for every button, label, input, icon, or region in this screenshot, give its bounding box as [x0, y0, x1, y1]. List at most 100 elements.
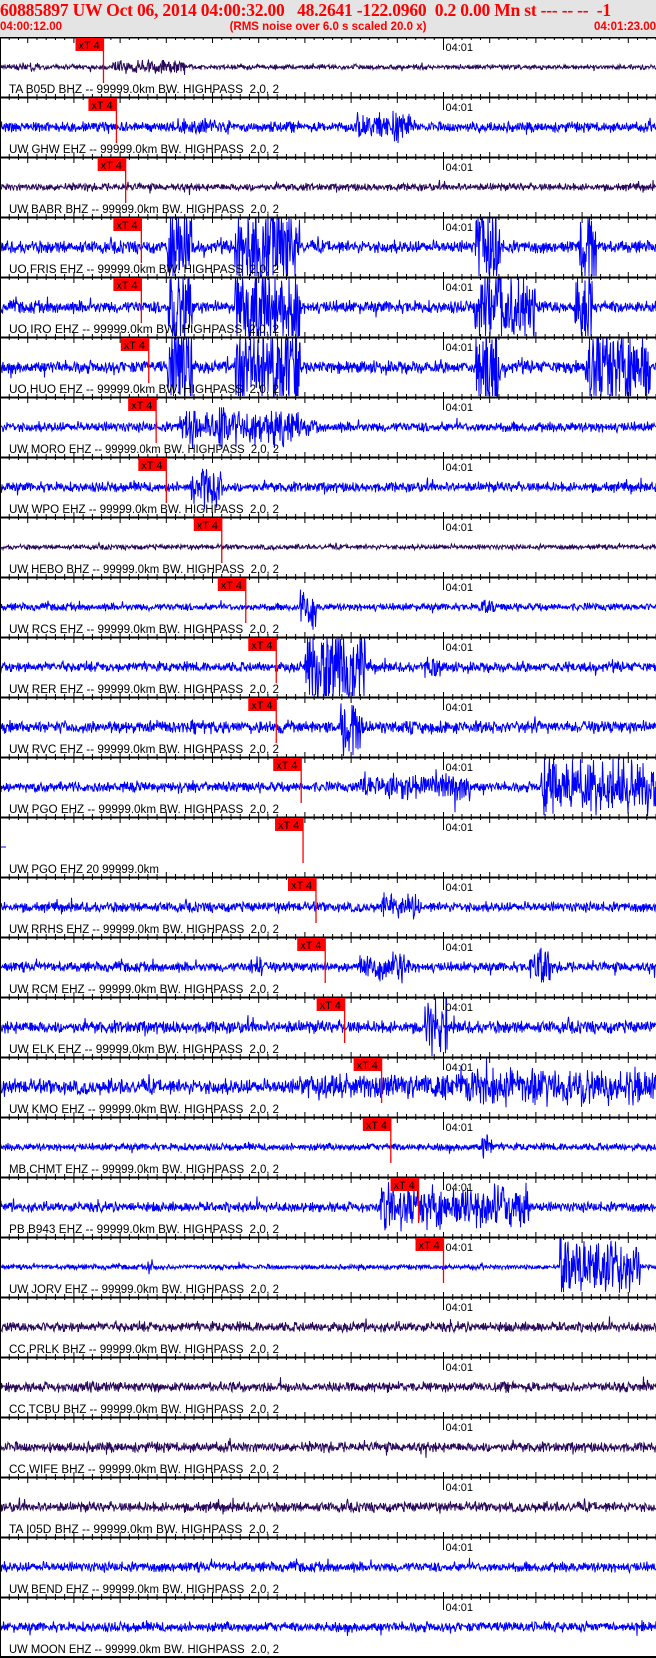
trace-panel: 04:01 UW MORO EHZ -- 99999.0km BW. HIGHPA… — [0, 392, 656, 456]
station-label: UW RVC EHZ -- 99999.0km BW. HIGHPASS 2.0… — [9, 744, 279, 756]
trace-panel: 04:01 MB CHMT EHZ -- 99999.0km BW. HIGHPA… — [0, 1112, 656, 1176]
station-label: TA B05D BHZ -- 99999.0km BW. HIGHPASS 2.… — [9, 84, 279, 96]
pick-label: xT 4 — [251, 700, 272, 712]
pick-label: xT 4 — [394, 1180, 415, 1192]
station-label: UW MOON EHZ -- 99999.0km BW. HIGHPASS 2.… — [9, 1644, 279, 1656]
waveform — [0, 59, 656, 75]
waveform — [0, 1316, 656, 1334]
station-label: UW BEND EHZ -- 99999.0km BW. HIGHPASS 2.… — [9, 1584, 279, 1596]
waveform — [0, 468, 656, 510]
pick-label: xT 4 — [131, 400, 152, 412]
start-time: 04:00:12.00 — [0, 21, 63, 33]
waveform — [0, 541, 656, 552]
minute-label: 04:01 — [445, 1302, 473, 1314]
waveform — [0, 1620, 656, 1637]
trace-panel: 04:01 UO FRIS EHZ -- 99999.0km BW. HIGHPA… — [0, 212, 656, 277]
trace-panel: 04:01 UW RCM EHZ -- 99999.0km BW. HIGHPAS… — [0, 932, 656, 996]
pick-label: xT 4 — [300, 940, 321, 952]
minute-label: 04:01 — [445, 1182, 473, 1194]
station-label: UO HUO EHZ -- 99999.0km BW. HIGHPASS 2.0… — [9, 384, 279, 396]
trace-panel: 04:01 UW RRHS EHZ -- 99999.0km BW. HIGHPA… — [0, 872, 656, 936]
pick-label: xT 4 — [291, 880, 312, 892]
station-label: UO IRO EHZ -- 99999.0km BW. HIGHPASS 2.0… — [9, 324, 279, 336]
waveform — [0, 407, 656, 449]
station-label: UO FRIS EHZ -- 99999.0km BW. HIGHPASS 2.… — [9, 264, 279, 276]
event-title: 60885897 UW Oct 06, 2014 04:00:32.00 48.… — [0, 0, 611, 20]
minute-label: 04:01 — [445, 1122, 473, 1134]
minute-label: 04:01 — [445, 342, 473, 354]
minute-label: 04:01 — [445, 222, 473, 234]
waveform — [0, 1497, 656, 1515]
waveform — [0, 1057, 656, 1108]
pick-label: xT 4 — [116, 280, 137, 292]
pick-label: xT 4 — [278, 820, 299, 832]
pick-label: xT 4 — [276, 760, 297, 772]
minute-label: 04:01 — [445, 642, 473, 654]
minute-label: 04:01 — [445, 1002, 473, 1014]
minute-label: 04:01 — [445, 702, 473, 714]
pick-label: xT 4 — [320, 1000, 341, 1012]
end-time: 04:01:23.00 — [593, 21, 656, 33]
header-bar: 60885897 UW Oct 06, 2014 04:00:32.00 48.… — [0, 0, 656, 37]
minute-label: 04:01 — [445, 1482, 473, 1494]
station-label: TA I05D BHZ -- 99999.0km BW. HIGHPASS 2.… — [9, 1524, 279, 1536]
station-label: UW PGO EHZ 20 99999.0km — [9, 864, 159, 876]
waveform — [0, 110, 656, 144]
station-label: UW JORV EHZ -- 99999.0km BW. HIGHPASS 2.… — [9, 1284, 279, 1296]
trace-panel: 04:01 TA B05D BHZ -- 99999.0km BW. HIGHPA… — [0, 37, 656, 96]
minute-label: 04:01 — [445, 1242, 473, 1254]
minute-label: 04:01 — [445, 762, 473, 774]
station-label: UW KMO EHZ -- 99999.0km BW. HIGHPASS 2.0… — [9, 1104, 279, 1116]
waveform — [0, 892, 656, 920]
minute-label: 04:01 — [445, 822, 473, 834]
station-label: CC PRLK BHZ -- 99999.0km BW. HIGHPASS 2.… — [9, 1344, 279, 1356]
trace-panel: 04:01 UW PGO EHZ -- 99999.0km BW. HIGHPAS… — [0, 752, 656, 817]
trace-panel: 04:01 UW RER EHZ -- 99999.0km BW. HIGHPAS… — [0, 632, 656, 697]
station-label: UW GHW EHZ -- 99999.0km BW. HIGHPASS 2.0… — [9, 144, 279, 156]
pick-label: xT 4 — [418, 1240, 439, 1252]
trace-panel: 04:01 UW HEBO BHZ -- 99999.0km BW. HIGHPA… — [0, 512, 656, 576]
station-label: CC WIFE BHZ -- 99999.0km BW. HIGHPASS 2.… — [9, 1464, 279, 1476]
station-label: UW RER EHZ -- 99999.0km BW. HIGHPASS 2.0… — [9, 684, 279, 696]
waveform — [0, 947, 656, 984]
pick-label: xT 4 — [124, 340, 145, 352]
pick-label: xT 4 — [116, 220, 137, 232]
pick-label: xT 4 — [101, 160, 122, 172]
rms-note: (RMS noise over 6.0 s scaled 20.0 x) — [229, 21, 427, 33]
minute-label: 04:01 — [445, 102, 473, 114]
pick-label: xT 4 — [91, 100, 112, 112]
minute-label: 04:01 — [445, 462, 473, 474]
trace-panel: 04:01 UW PGO EHZ 20 99999.0km xT 4 — [0, 812, 656, 876]
trace-panel: 04:01 UW MOON EHZ -- 99999.0km BW. HIGHPA… — [0, 1592, 656, 1656]
station-label: MB CHMT EHZ -- 99999.0km BW. HIGHPASS 2.… — [9, 1164, 279, 1176]
pick-label: xT 4 — [366, 1120, 387, 1132]
trace-panel: 04:01 CC PRLK BHZ -- 99999.0km BW. HIGHPA… — [0, 1292, 656, 1356]
seismogram-plot: 04:01 TA B05D BHZ -- 99999.0km BW. HIGHPA… — [0, 37, 656, 1658]
waveform — [0, 1437, 656, 1458]
waveform — [0, 1134, 656, 1159]
waveform — [0, 1557, 656, 1575]
minute-label: 04:01 — [445, 402, 473, 414]
trace-panel: 04:01 UW RVC EHZ -- 99999.0km BW. HIGHPAS… — [0, 692, 656, 757]
trace-panel: 04:01 UW JORV EHZ -- 99999.0km BW. HIGHPA… — [0, 1232, 656, 1296]
minute-label: 04:01 — [445, 582, 473, 594]
pick-label: xT 4 — [197, 520, 218, 532]
minute-label: 04:01 — [445, 522, 473, 534]
station-label: UW MORO EHZ -- 99999.0km BW. HIGHPASS 2.… — [9, 444, 279, 456]
trace-panel: 04:01 UW RCS EHZ -- 99999.0km BW. HIGHPAS… — [0, 572, 656, 636]
pick-label: xT 4 — [251, 640, 272, 652]
trace-panel: 04:01 UW GHW EHZ -- 99999.0km BW. HIGHPAS… — [0, 92, 656, 156]
trace-panel: 04:01 UW BABR BHZ -- 99999.0km BW. HIGHPA… — [0, 152, 656, 216]
minute-label: 04:01 — [445, 282, 473, 294]
trace-panel: 04:01 UW KMO EHZ -- 99999.0km BW. HIGHPAS… — [0, 1052, 656, 1116]
minute-label: 04:01 — [445, 1602, 473, 1614]
station-label: UW RRHS EHZ -- 99999.0km BW. HIGHPASS 2.… — [9, 924, 279, 936]
minute-label: 04:01 — [445, 942, 473, 954]
trace-panel: 04:01 UW ELK EHZ -- 99999.0km BW. HIGHPAS… — [0, 992, 656, 1057]
pick-label: xT 4 — [141, 460, 162, 472]
minute-label: 04:01 — [445, 1062, 473, 1074]
station-label: UW WPO EHZ -- 99999.0km BW. HIGHPASS 2.0… — [9, 504, 279, 516]
station-label: UW ELK EHZ -- 99999.0km BW. HIGHPASS 2.0… — [9, 1044, 279, 1056]
station-label: UW RCS EHZ -- 99999.0km BW. HIGHPASS 2.0… — [9, 624, 279, 636]
waveform — [0, 1376, 656, 1394]
